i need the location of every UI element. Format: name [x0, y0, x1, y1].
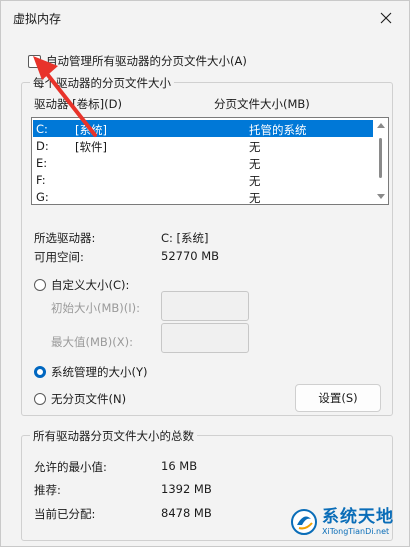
selected-drive-label: 所选驱动器:: [34, 231, 96, 245]
custom-size-option[interactable]: 自定义大小(C):: [34, 277, 129, 293]
drive-letter: F:: [36, 173, 46, 187]
current-allocated-value: 8478 MB: [161, 506, 212, 520]
no-paging-option[interactable]: 无分页文件(N): [34, 391, 126, 407]
free-space-value: 52770 MB: [161, 249, 220, 263]
set-button-label: 设置(S): [318, 391, 358, 405]
close-button[interactable]: [363, 1, 409, 35]
drive-letter: D:: [36, 139, 49, 153]
drive-volume-label: [系统]: [75, 123, 107, 137]
no-paging-radio[interactable]: [34, 393, 46, 405]
system-managed-label[interactable]: 系统管理的大小(Y): [51, 364, 148, 380]
drive-list[interactable]: C: [系统] 托管的系统 D: [软件] 无 E: 无 F: 无 G: 无: [31, 117, 389, 205]
drive-paging-size: 无: [249, 174, 261, 188]
total-paging-legend: 所有驱动器分页文件大小的总数: [30, 428, 197, 444]
dialog-title: 虚拟内存: [13, 12, 62, 26]
auto-manage-checkbox[interactable]: [28, 54, 41, 68]
initial-size-input[interactable]: [161, 291, 249, 321]
scroll-thumb[interactable]: [379, 138, 382, 178]
max-size-label: 最大值(MB)(X):: [51, 335, 134, 349]
drive-row-d[interactable]: D: [软件] 无: [33, 137, 373, 154]
drive-row-e[interactable]: E: 无: [33, 154, 373, 171]
initial-size-label: 初始大小(MB)(I):: [51, 301, 141, 315]
max-size-input[interactable]: [161, 323, 249, 353]
drive-paging-size: 无: [249, 157, 261, 171]
recommended-label: 推荐:: [34, 483, 61, 497]
drive-paging-size: 无: [249, 140, 261, 154]
drive-list-scrollbar[interactable]: [373, 118, 388, 204]
current-allocated-label: 当前已分配:: [34, 507, 96, 521]
drive-volume-label: [软件]: [75, 140, 107, 154]
watermark: 系统天地 XiTongTianDi.net: [290, 507, 394, 537]
close-icon: [380, 12, 392, 24]
paging-size-column-header: 分页文件大小(MB): [214, 97, 310, 111]
drive-letter: C:: [36, 122, 48, 136]
drive-letter: G:: [36, 190, 49, 204]
auto-manage-label[interactable]: 自动管理所有驱动器的分页文件大小(A): [46, 53, 247, 69]
set-button[interactable]: 设置(S): [295, 384, 381, 412]
min-allowed-value: 16 MB: [161, 459, 198, 473]
virtual-memory-dialog: 虚拟内存 自动管理所有驱动器的分页文件大小(A) 每个驱动器的分页文件大小 驱动…: [0, 0, 410, 547]
drive-row-c[interactable]: C: [系统] 托管的系统: [33, 120, 373, 137]
scroll-down-arrow-icon[interactable]: [377, 194, 385, 199]
watermark-text-cn: 系统天地: [322, 507, 394, 527]
watermark-logo-icon: [291, 509, 317, 535]
title-bar: 虚拟内存: [1, 1, 409, 35]
watermark-text-en: XiTongTianDi.net: [322, 527, 390, 536]
drive-paging-legend: 每个驱动器的分页文件大小: [30, 75, 174, 91]
drive-row-f[interactable]: F: 无: [33, 171, 373, 188]
recommended-value: 1392 MB: [161, 482, 212, 496]
system-managed-option[interactable]: 系统管理的大小(Y): [34, 364, 148, 380]
drive-paging-size: 无: [249, 191, 261, 205]
system-managed-radio[interactable]: [34, 366, 46, 378]
drive-row-g[interactable]: G: 无: [33, 188, 373, 205]
drive-letter: E:: [36, 156, 48, 170]
drive-column-header: 驱动器 [卷标](D): [34, 97, 122, 111]
no-paging-label[interactable]: 无分页文件(N): [51, 391, 126, 407]
min-allowed-label: 允许的最小值:: [34, 460, 107, 474]
free-space-label: 可用空间:: [34, 250, 84, 264]
auto-manage-row[interactable]: 自动管理所有驱动器的分页文件大小(A): [28, 53, 247, 69]
custom-size-radio[interactable]: [34, 279, 46, 291]
custom-size-label[interactable]: 自定义大小(C):: [51, 277, 129, 293]
selected-drive-value: C: [系统]: [161, 231, 209, 245]
scroll-up-arrow-icon[interactable]: [377, 123, 385, 128]
drive-paging-size: 托管的系统: [249, 123, 307, 137]
